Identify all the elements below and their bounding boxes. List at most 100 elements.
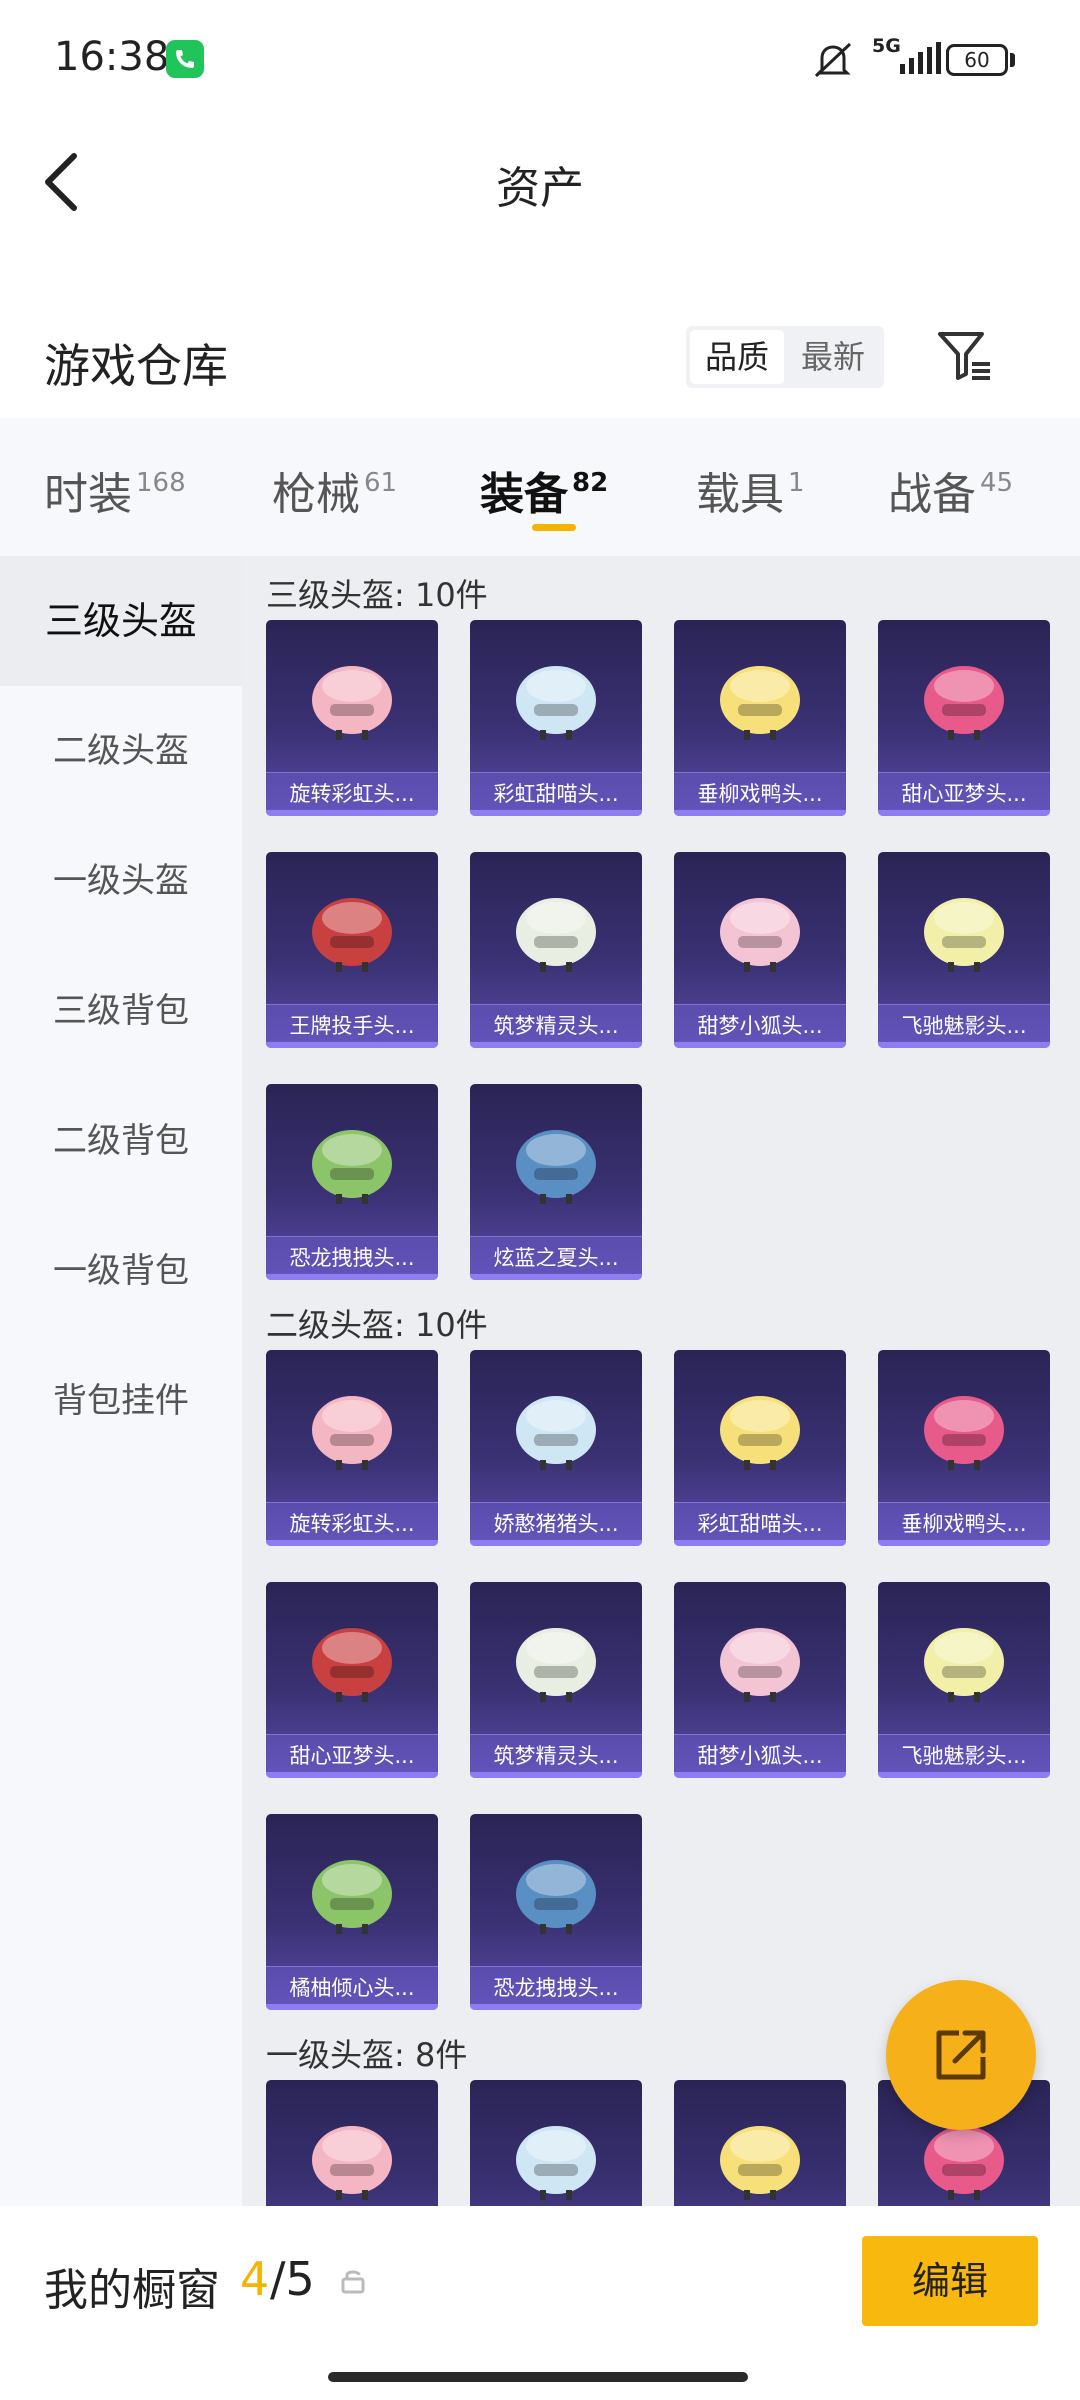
helmet-icon (914, 646, 1014, 746)
phone-icon (166, 40, 204, 78)
quality-bar (266, 1772, 438, 1778)
sidebar-item-level1-helmet[interactable]: 一级头盔 (0, 816, 242, 946)
showcase-count-total: /5 (270, 2252, 315, 2306)
filter-button[interactable] (934, 326, 994, 386)
tab-label: 载具 (696, 469, 784, 520)
item-card[interactable]: 旋转彩虹头... (266, 1350, 438, 1546)
edit-button[interactable]: 编辑 (862, 2236, 1038, 2326)
sidebar-item-level2-helmet[interactable]: 二级头盔 (0, 686, 242, 816)
helmet-icon (710, 878, 810, 978)
quality-bar (470, 1042, 642, 1048)
tab-count: 1 (788, 468, 805, 498)
showcase-bar: 我的橱窗 4 /5 编辑 (0, 2206, 1080, 2400)
signal-icon (900, 42, 944, 78)
helmet-icon (506, 1376, 606, 1476)
sidebar-item-level2-backpack[interactable]: 二级背包 (0, 1076, 242, 1206)
tab-firearms[interactable]: 枪械 61 (272, 458, 397, 522)
tab-fashion[interactable]: 时装 168 (44, 458, 186, 522)
tab-count: 61 (364, 468, 398, 498)
quality-bar (470, 2004, 642, 2010)
quality-bar (674, 810, 846, 816)
helmet-icon (506, 878, 606, 978)
sort-toggle: 品质 最新 (686, 326, 884, 388)
item-card[interactable]: 王牌投手头... (266, 852, 438, 1048)
quality-bar (470, 1772, 642, 1778)
item-card[interactable]: 筑梦精灵头... (470, 1582, 642, 1778)
helmet-icon (506, 1840, 606, 1940)
quality-bar (470, 810, 642, 816)
item-card[interactable] (674, 2080, 846, 2206)
helmet-icon (506, 1608, 606, 1708)
status-time: 16:38 (54, 34, 170, 80)
item-card[interactable]: 飞驰魅影头... (878, 852, 1050, 1048)
showcase-title: 我的橱窗 (44, 2265, 220, 2316)
status-bar: 16:38 5G 60 (0, 0, 1080, 120)
tab-label: 时装 (44, 469, 132, 520)
quality-bar (878, 810, 1050, 816)
item-card[interactable]: 飞驰魅影头... (878, 1582, 1050, 1778)
sidebar-item-backpack-charm[interactable]: 背包挂件 (0, 1336, 242, 1466)
tab-count: 168 (136, 468, 186, 498)
section-title: 三级头盔: 10件 (266, 576, 488, 614)
item-card[interactable]: 旋转彩虹头... (266, 620, 438, 816)
helmet-icon (302, 878, 402, 978)
item-card[interactable]: 垂柳戏鸭头... (878, 1350, 1050, 1546)
quality-bar (266, 1540, 438, 1546)
quality-bar (266, 810, 438, 816)
filter-icon (938, 332, 990, 380)
share-button[interactable] (886, 1980, 1036, 2130)
helmet-icon (914, 1376, 1014, 1476)
battery-tip (1010, 53, 1015, 67)
tab-label: 装备 (480, 469, 568, 520)
sort-newest-option[interactable]: 最新 (786, 330, 880, 384)
item-card[interactable] (470, 2080, 642, 2206)
helmet-icon (302, 1376, 402, 1476)
item-card[interactable]: 娇憨猪猪头... (470, 1350, 642, 1546)
warehouse-title: 游戏仓库 (44, 339, 228, 393)
battery-icon: 60 (946, 44, 1008, 76)
tab-vehicles[interactable]: 载具 1 (696, 458, 805, 522)
subcategory-sidebar: 三级头盔 二级头盔 一级头盔 三级背包 二级背包 一级背包 背包挂件 (0, 556, 242, 2206)
sidebar-item-level3-backpack[interactable]: 三级背包 (0, 946, 242, 1076)
tab-supplies[interactable]: 战备 45 (888, 458, 1013, 522)
item-card[interactable]: 甜梦小狐头... (674, 1582, 846, 1778)
item-card[interactable]: 甜心亚梦头... (266, 1582, 438, 1778)
quality-bar (878, 1540, 1050, 1546)
tab-equipment[interactable]: 装备 82 (480, 458, 608, 522)
item-card[interactable]: 炫蓝之夏头... (470, 1084, 642, 1280)
helmet-icon (914, 878, 1014, 978)
item-grid-area: 三级头盔: 10件 旋转彩虹头... 彩虹甜喵头... 垂柳戏鸭头... 甜心亚梦头.… (242, 556, 1080, 2206)
item-card[interactable]: 甜心亚梦头... (878, 620, 1050, 816)
item-card[interactable] (266, 2080, 438, 2206)
home-indicator (328, 2372, 748, 2382)
sort-quality-option[interactable]: 品质 (690, 330, 784, 384)
mute-icon (810, 40, 856, 84)
item-card[interactable]: 筑梦精灵头... (470, 852, 642, 1048)
quality-bar (266, 1042, 438, 1048)
tab-label: 战备 (888, 469, 976, 520)
active-tab-indicator (532, 524, 576, 531)
sidebar-item-level3-helmet[interactable]: 三级头盔 (0, 556, 242, 686)
quality-bar (878, 1042, 1050, 1048)
tab-count: 82 (572, 468, 609, 498)
tab-count: 45 (980, 468, 1014, 498)
page-title: 资产 (496, 163, 584, 214)
item-card[interactable]: 彩虹甜喵头... (470, 620, 642, 816)
item-card[interactable]: 恐龙拽拽头... (266, 1084, 438, 1280)
helmet-icon (506, 2106, 606, 2206)
helmet-icon (506, 1110, 606, 1210)
quality-bar (878, 1772, 1050, 1778)
item-card[interactable]: 橘柚倾心头... (266, 1814, 438, 2010)
quality-bar (674, 1772, 846, 1778)
sidebar-item-level1-backpack[interactable]: 一级背包 (0, 1206, 242, 1336)
helmet-icon (710, 1608, 810, 1708)
section-title: 一级头盔: 8件 (266, 2036, 468, 2074)
quality-bar (674, 1540, 846, 1546)
section-title: 二级头盔: 10件 (266, 1306, 488, 1344)
item-card[interactable]: 垂柳戏鸭头... (674, 620, 846, 816)
quality-bar (266, 1274, 438, 1280)
helmet-icon (710, 646, 810, 746)
item-card[interactable]: 甜梦小狐头... (674, 852, 846, 1048)
item-card[interactable]: 恐龙拽拽头... (470, 1814, 642, 2010)
item-card[interactable]: 彩虹甜喵头... (674, 1350, 846, 1546)
